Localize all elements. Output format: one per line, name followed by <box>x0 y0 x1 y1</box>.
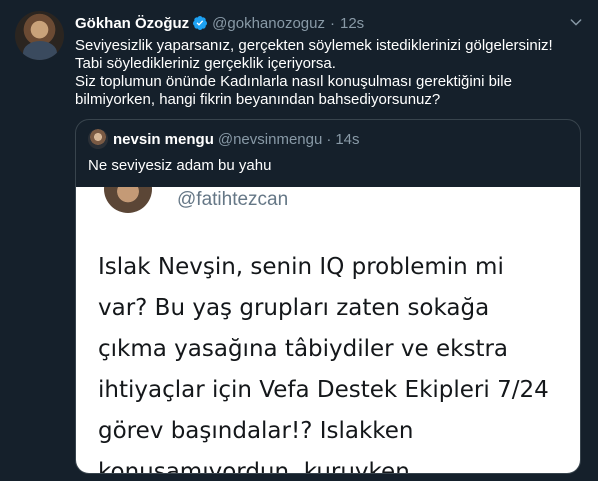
tweet-text-line: Siz toplumun önünde Kadınlarla nasıl kon… <box>75 73 512 90</box>
tweet-text-line: Tabi söyledikleriniz gerçeklik içeriyors… <box>75 55 336 72</box>
separator-dot: · <box>329 14 335 32</box>
author-avatar[interactable] <box>15 11 64 60</box>
image-text-line: çıkma yasağına tâbiydiler ve ekstra <box>98 336 509 362</box>
image-text-line: var? Bu yaş grupları zaten sokağa <box>98 295 490 321</box>
quoted-author-avatar <box>88 129 108 149</box>
quoted-tweet-header: nevsin mengu @nevsinmengu · 14s <box>88 129 360 149</box>
quoted-tweet-text: Ne seviyesiz adam bu yahu <box>88 157 272 174</box>
separator-dot: · <box>326 130 332 148</box>
verified-badge-icon <box>193 16 208 30</box>
author-handle[interactable]: @gokhanozoguz <box>212 15 325 32</box>
tweet-text-line: Seviyesizlik yaparsanız, gerçekten söyle… <box>75 37 553 54</box>
image-text-line: Islak Nevşin, senin IQ problemin mi <box>98 254 504 280</box>
tweet-text-line: bilmiyorken, hangi fikrin beyanından bah… <box>75 91 441 108</box>
image-text: Islak Nevşin, senin IQ problemin mi var?… <box>98 247 568 473</box>
quoted-author-name: nevsin mengu <box>113 130 214 148</box>
image-text-line: ihtiyaçlar için Vefa Destek Ekipleri 7/2… <box>98 377 549 403</box>
author-name[interactable]: Gökhan Özoğuz <box>75 15 189 32</box>
quoted-author-handle: @nevsinmengu <box>217 130 323 148</box>
image-avatar <box>104 187 152 213</box>
chevron-down-icon[interactable] <box>568 14 584 30</box>
quoted-tweet[interactable]: nevsin mengu @nevsinmengu · 14s Ne seviy… <box>75 119 581 474</box>
image-text-line: görev başındalar!? Islakken <box>98 418 414 444</box>
quoted-tweet-time: 14s <box>335 130 360 148</box>
tweet-text: Seviyesizlik yaparsanız, gerçekten söyle… <box>75 37 580 109</box>
tweet[interactable]: Gökhan Özoğuz @gokhanozoguz · 12s Seviye… <box>0 0 598 481</box>
quoted-tweet-image[interactable]: @fatihtezcan Islak Nevşin, senin IQ prob… <box>76 187 580 473</box>
tweet-time[interactable]: 12s <box>340 15 364 32</box>
image-text-line: konuşamıyordun, kuruyken <box>98 459 410 473</box>
tweet-header: Gökhan Özoğuz @gokhanozoguz · 12s <box>75 13 364 33</box>
image-handle: @fatihtezcan <box>177 189 289 210</box>
